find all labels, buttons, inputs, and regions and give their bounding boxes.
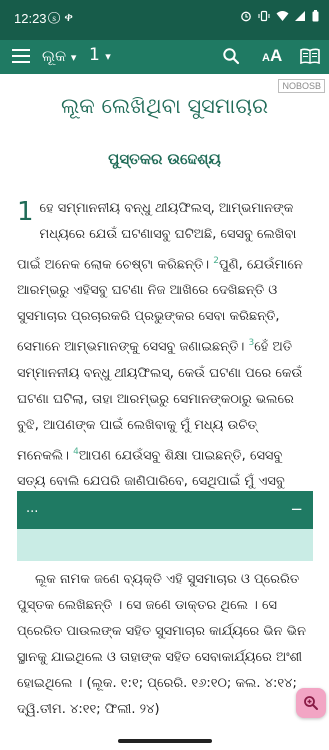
app-toolbar: ଲୂକ ▾ 1 ▾ AA: [0, 40, 329, 74]
chapter-caret-icon: ▾: [105, 50, 111, 63]
status-time: 12:23: [14, 11, 47, 26]
note-header[interactable]: ... −: [17, 491, 313, 529]
scripture-paragraph: 1 ହେ ସମ୍ମାନନୀୟ ବନ୍ଧୁ ଥୀୟଫିଲସ୍, ଆମ୍ଭମାନଙ୍…: [17, 196, 313, 521]
open-book-icon[interactable]: [300, 48, 320, 64]
signal-icon: [295, 11, 305, 21]
note-body: [17, 529, 313, 561]
text-size-small-a: A: [262, 52, 270, 64]
chapter-selector[interactable]: 1 ▾: [89, 45, 111, 65]
system-nav-bar: [0, 730, 329, 750]
status-right-icons: [240, 10, 319, 22]
text-size-large-a: A: [269, 46, 283, 65]
alarm-icon: [241, 11, 251, 22]
home-handle[interactable]: [118, 739, 212, 743]
chapter-number: 1: [17, 197, 34, 227]
status-left-icons: ⓢ ቀ: [48, 10, 74, 25]
version-tag[interactable]: NOBOSB: [278, 79, 325, 93]
vibrate-icon: [258, 10, 270, 22]
chapter-label: 1: [89, 45, 100, 65]
collapse-icon[interactable]: −: [290, 500, 303, 518]
search-icon[interactable]: [222, 47, 240, 65]
book-label: ଲୂକ: [42, 47, 67, 65]
book-caret-icon: ▾: [70, 51, 77, 64]
battery-icon: [312, 10, 319, 22]
book-selector[interactable]: ଲୂକ ▾: [42, 47, 76, 65]
text-size-button[interactable]: AA: [262, 46, 282, 66]
introduction-paragraph: ଲୂକ ନାମକ ଜଣେ ବ୍ୟକ୍ତି ଏହି ସୁସମାଚାର ଓ ପ୍ରେ…: [17, 572, 306, 717]
zoom-in-icon: [304, 696, 318, 710]
status-bar: 12:23 ⓢ ቀ: [0, 0, 329, 40]
book-title: ଲୂକ ଲେଖିଥିବା ସୁସମାଚାର: [61, 94, 268, 118]
section-heading: ପୁସ୍ତକର ଉଦ୍ଦେଶ୍ୟ: [108, 150, 221, 168]
verse-3-text[interactable]: ହେଁ ଅତି ସମ୍ମାନନୀୟ ବନ୍ଧୁ ଥୀୟଫିଲସ୍, କେଉଁ ଘ…: [17, 340, 302, 463]
note-panel: ... −: [17, 491, 313, 561]
wifi-icon: [276, 11, 289, 21]
menu-icon[interactable]: [12, 49, 30, 63]
zoom-fab-button[interactable]: [296, 688, 326, 718]
note-header-text: ...: [26, 501, 39, 516]
